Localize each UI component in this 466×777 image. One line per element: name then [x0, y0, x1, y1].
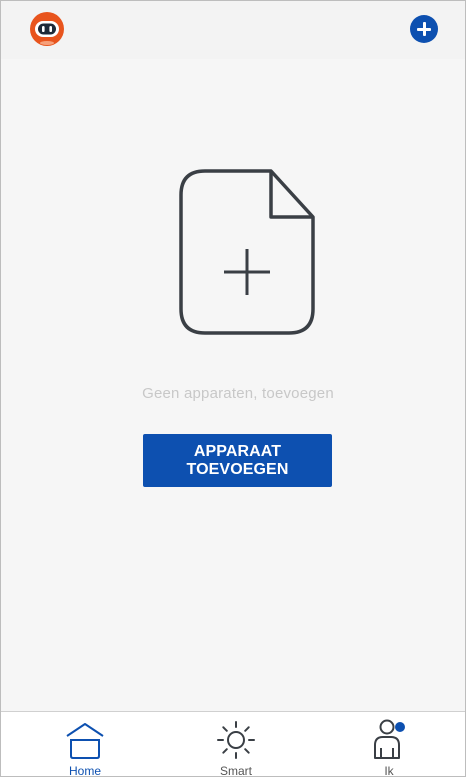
person-icon — [374, 719, 405, 759]
tab-smart[interactable]: Smart — [196, 712, 276, 777]
house-icon — [66, 723, 104, 759]
file-plus-icon — [179, 169, 315, 335]
bottom-tab-bar: Home Smart Ik — [1, 711, 465, 777]
add-device-button[interactable] — [410, 15, 438, 43]
notification-dot — [395, 722, 405, 732]
robot-icon[interactable] — [29, 11, 65, 47]
tab-ik-label: Ik — [384, 764, 394, 777]
tab-smart-label: Smart — [219, 764, 252, 777]
tab-home[interactable]: Home — [45, 712, 125, 777]
tab-home-label: Home — [68, 764, 101, 777]
app-screen: Geen apparaten, toevoegen APPARAAT TOEVO… — [0, 0, 466, 777]
tab-ik[interactable]: Ik — [349, 712, 429, 777]
empty-state-message: Geen apparaten, toevoegen — [142, 385, 334, 402]
top-bar — [1, 1, 465, 59]
sun-icon — [217, 721, 255, 759]
add-device-cta-button[interactable]: APPARAAT TOEVOEGEN — [143, 434, 332, 487]
